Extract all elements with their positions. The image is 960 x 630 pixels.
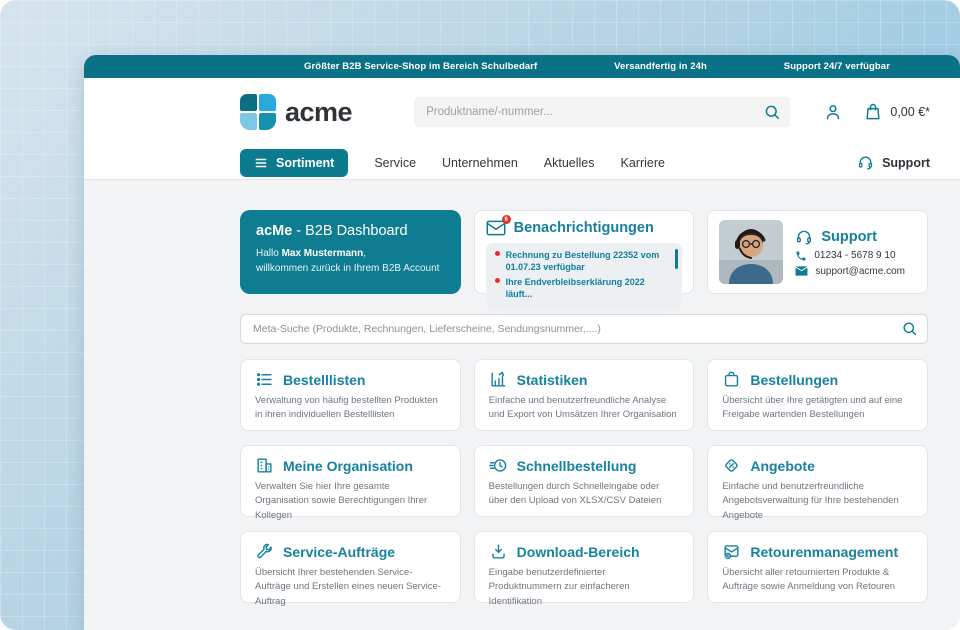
hamburger-icon [254,156,268,170]
announcement-support: Support 24/7 verfügbar [784,61,890,72]
headset-icon [857,154,874,171]
organization-icon [255,456,274,475]
tile-desc: Verwalten Sie hier Ihre gesamte Organisa… [255,480,446,523]
quick-order-icon [489,456,508,475]
tile-service-auftraege[interactable]: Service-Aufträge Übersicht Ihrer bestehe… [240,531,461,603]
support-card: Support 01234 - 5678 9 10 [707,210,928,294]
notifications-scrollbar[interactable] [675,249,678,269]
welcome-title: acMe- B2B Dashboard [256,223,445,239]
search-icon[interactable] [763,103,781,121]
returns-icon [722,542,741,561]
email-icon [795,266,808,277]
support-title: Support [821,229,877,245]
statistics-icon [489,370,508,389]
notifications-list: Rechnung zu Bestellung 22352 vom 01.07.2… [486,243,683,309]
product-search-input[interactable] [414,97,790,127]
meta-search-input[interactable] [240,314,928,344]
tile-desc: Verwaltung von häufig bestellten Produkt… [255,394,446,423]
tile-title: Statistiken [517,372,588,388]
tile-retourenmanagement[interactable]: Retourenmanagement Übersicht aller retou… [707,531,928,603]
nav-item-unternehmen[interactable]: Unternehmen [442,156,518,170]
account-icon[interactable] [823,102,843,122]
nav-support-link[interactable]: Support [857,154,930,171]
tile-title: Service-Aufträge [283,544,395,560]
notifications-envelope-icon: 6 [486,220,506,236]
support-phone[interactable]: 01234 - 5678 9 10 [795,250,905,262]
order-lists-icon [255,370,274,389]
download-icon [489,542,508,561]
headset-icon [795,228,813,246]
cart-button[interactable]: 0,00 €* [863,102,930,122]
nav-item-service[interactable]: Service [374,156,416,170]
support-email[interactable]: support@acme.com [795,266,905,277]
nav-support-label: Support [882,156,930,170]
tile-statistiken[interactable]: Statistiken Einfache und benutzerfreundl… [474,359,695,431]
meta-search [240,314,928,344]
product-search [414,97,790,127]
nav-item-karriere[interactable]: Karriere [621,156,665,170]
app-window: Größter B2B Service-Shop im Bereich Schu… [84,55,960,630]
notifications-title: Benachrichtigungen [514,220,654,236]
logo-text: acme [285,97,352,128]
welcome-card: acMe- B2B Dashboard Hallo Max Mustermann… [240,210,461,294]
announcement-bar: Größter B2B Service-Shop im Bereich Schu… [84,55,960,78]
header: acme [84,78,960,146]
tile-desc: Übersicht aller retournierten Produkte &… [722,566,913,595]
notifications-card: 6 Benachrichtigungen Rechnung zu Bestell… [474,210,695,294]
tile-angebote[interactable]: Angebote Einfache und benutzerfreundlich… [707,445,928,517]
tile-title: Retourenmanagement [750,544,898,560]
meta-search-icon[interactable] [901,320,918,337]
tile-desc: Eingabe benutzerdefinierter Produktnumme… [489,566,680,609]
offers-icon [722,456,741,475]
tile-title: Schnellbestellung [517,458,637,474]
welcome-line: willkommen zurück in Ihrem B2B Account [256,263,439,274]
tile-bestelllisten[interactable]: Bestelllisten Verwaltung von häufig best… [240,359,461,431]
announcement-shop: Größter B2B Service-Shop im Bereich Schu… [304,61,537,72]
nav-sortiment-button[interactable]: Sortiment [240,149,348,177]
feature-tiles: Bestelllisten Verwaltung von häufig best… [240,359,928,603]
tile-bestellungen[interactable]: Bestellungen Übersicht über Ihre getätig… [707,359,928,431]
welcome-greeting: Hallo Max Mustermann, willkommen zurück … [256,246,445,276]
logo[interactable]: acme [240,94,352,130]
tile-title: Bestellungen [750,372,838,388]
alert-dot-icon [495,278,500,283]
tile-desc: Einfache und benutzerfreundliche Angebot… [722,480,913,523]
orders-icon [722,370,741,389]
tile-download-bereich[interactable]: Download-Bereich Eingabe benutzerdefinie… [474,531,695,603]
welcome-title-rest: - B2B Dashboard [296,223,407,239]
notification-item[interactable]: Ihre Endverbleibserklärung 2022 läuft... [495,276,667,300]
nav-item-aktuelles[interactable]: Aktuelles [544,156,595,170]
notification-item[interactable]: Rechnung zu Bestellung 22352 vom 01.07.2… [495,249,667,273]
nav-sortiment-label: Sortiment [276,156,334,170]
service-orders-icon [255,542,274,561]
cart-bag-icon [863,102,883,122]
notifications-badge: 6 [502,215,511,224]
tile-title: Bestelllisten [283,372,365,388]
welcome-brand: acMe [256,223,292,239]
page-background: Größter B2B Service-Shop im Bereich Schu… [0,0,960,630]
tile-desc: Übersicht Ihrer bestehenden Service-Auft… [255,566,446,609]
main-nav: Sortiment Service Unternehmen Aktuelles … [84,146,960,180]
user-name: Max Mustermann [282,248,364,259]
tile-schnellbestellung[interactable]: Schnellbestellung Bestellungen durch Sch… [474,445,695,517]
logo-mark-icon [240,94,276,130]
announcement-shipping: Versandfertig in 24h [614,61,707,72]
cart-total: 0,00 €* [890,105,930,119]
dashboard-main: acMe- B2B Dashboard Hallo Max Mustermann… [84,180,960,630]
tile-desc: Einfache und benutzerfreundliche Analyse… [489,394,680,423]
support-agent-photo [719,220,783,284]
tile-title: Download-Bereich [517,544,640,560]
alert-dot-icon [495,251,500,256]
tile-title: Meine Organisation [283,458,413,474]
tile-desc: Bestellungen durch Schnelleingabe oder ü… [489,480,680,509]
tile-title: Angebote [750,458,815,474]
tile-meine-organisation[interactable]: Meine Organisation Verwalten Sie hier Ih… [240,445,461,517]
tile-desc: Übersicht über Ihre getätigten und auf e… [722,394,913,423]
phone-icon [795,250,807,262]
